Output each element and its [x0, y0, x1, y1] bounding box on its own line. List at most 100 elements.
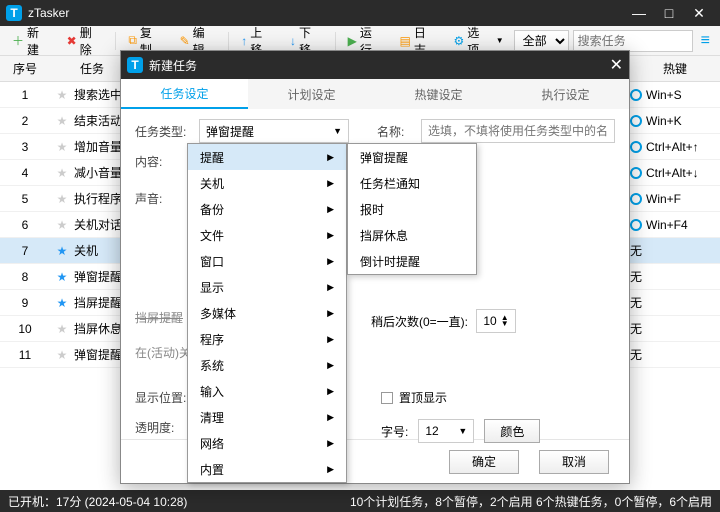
hotkey-cell: Win+F	[630, 192, 720, 206]
hotkey-icon	[630, 115, 642, 127]
submenu-item[interactable]: 弹窗提醒	[348, 144, 476, 170]
checkbox-top[interactable]	[381, 392, 393, 404]
hotkey-cell: Win+S	[630, 88, 720, 102]
tab-hotkey[interactable]: 热键设定	[375, 79, 502, 109]
type-select[interactable]: 弹窗提醒▼	[199, 119, 349, 143]
menu-item[interactable]: 系统▶	[188, 352, 346, 378]
hotkey-icon	[630, 193, 642, 205]
label-top: 置顶显示	[399, 389, 447, 406]
menu-item[interactable]: 窗口▶	[188, 248, 346, 274]
menu-item[interactable]: 多媒体▶	[188, 300, 346, 326]
row-num: 11	[0, 348, 50, 362]
label-pos: 显示位置:	[135, 389, 191, 406]
submenu-item[interactable]: 挡屏休息	[348, 222, 476, 248]
star-icon[interactable]: ★	[50, 114, 74, 128]
menu-item[interactable]: 文件▶	[188, 222, 346, 248]
hotkey-cell: Ctrl+Alt+↑	[630, 140, 720, 154]
search-input[interactable]	[573, 30, 693, 52]
row-num: 2	[0, 114, 50, 128]
star-icon[interactable]: ★	[50, 348, 74, 362]
star-icon[interactable]: ★	[50, 140, 74, 154]
name-input[interactable]	[421, 119, 615, 143]
star-icon[interactable]: ★	[50, 166, 74, 180]
filter-select[interactable]: 全部	[514, 30, 569, 52]
row-num: 3	[0, 140, 50, 154]
new-task-dialog: T 新建任务 ✕ 任务设定 计划设定 热键设定 执行设定 任务类型: 弹窗提醒▼…	[120, 50, 630, 484]
menu-item[interactable]: 备份▶	[188, 196, 346, 222]
dialog-tabs: 任务设定 计划设定 热键设定 执行设定	[121, 79, 629, 109]
tab-exec[interactable]: 执行设定	[502, 79, 629, 109]
label-font: 字号:	[381, 423, 408, 440]
submenu-item[interactable]: 报时	[348, 196, 476, 222]
star-icon[interactable]: ★	[50, 88, 74, 102]
star-icon[interactable]: ★	[50, 270, 74, 284]
dialog-logo: T	[127, 57, 143, 73]
label-delay: 稍后次数(0=一直):	[371, 313, 468, 330]
hotkey-cell: Win+F4	[630, 218, 720, 232]
hotkey-cell: Ctrl+Alt+↓	[630, 166, 720, 180]
type-submenu[interactable]: 弹窗提醒任务栏通知报时挡屏休息倒计时提醒	[347, 143, 477, 275]
menu-item[interactable]: 清理▶	[188, 404, 346, 430]
label-sound: 声音:	[135, 190, 191, 207]
star-icon[interactable]: ★	[50, 218, 74, 232]
menu-item[interactable]: 输入▶	[188, 378, 346, 404]
label-type: 任务类型:	[135, 123, 191, 140]
hotkey-icon	[630, 141, 642, 153]
label-name: 名称:	[377, 123, 413, 140]
statusbar: 已开机：17分 (2024-05-04 10:28) 10个计划任务，8个暂停，…	[0, 490, 720, 512]
row-num: 7	[0, 244, 50, 258]
font-select[interactable]: 12▼	[418, 419, 474, 443]
menu-item[interactable]: 显示▶	[188, 274, 346, 300]
row-num: 6	[0, 218, 50, 232]
dialog-title: 新建任务	[149, 57, 197, 74]
hotkey-cell: 无	[630, 268, 720, 285]
status-left: 已开机：17分 (2024-05-04 10:28)	[8, 493, 187, 510]
new-button[interactable]: ＋新建	[6, 21, 57, 61]
hotkey-cell: 无	[630, 294, 720, 311]
hotkey-cell: 无	[630, 346, 720, 363]
hotkey-cell: Win+K	[630, 114, 720, 128]
hotkey-cell: 无	[630, 242, 720, 259]
menu-item[interactable]: 网络▶	[188, 430, 346, 456]
tab-task[interactable]: 任务设定	[121, 79, 248, 109]
row-num: 4	[0, 166, 50, 180]
delete-button[interactable]: ✖删除	[61, 21, 110, 61]
row-num: 5	[0, 192, 50, 206]
menu-item[interactable]: 内置▶	[188, 456, 346, 482]
menu-item[interactable]: 程序▶	[188, 326, 346, 352]
label-content: 内容:	[135, 153, 191, 170]
hotkey-cell: 无	[630, 320, 720, 337]
row-num: 10	[0, 322, 50, 336]
star-icon[interactable]: ★	[50, 296, 74, 310]
submenu-item[interactable]: 倒计时提醒	[348, 248, 476, 274]
menu-item[interactable]: 提醒▶	[188, 144, 346, 170]
star-icon[interactable]: ★	[50, 192, 74, 206]
col-hotkey: 热键	[630, 60, 720, 77]
cancel-button[interactable]: 取消	[539, 450, 609, 474]
col-num: 序号	[0, 60, 50, 77]
menu-item[interactable]: 关机▶	[188, 170, 346, 196]
app-logo: T	[6, 5, 22, 21]
color-button[interactable]: 颜色	[484, 419, 540, 443]
type-menu[interactable]: 提醒▶关机▶备份▶文件▶窗口▶显示▶多媒体▶程序▶系统▶输入▶清理▶网络▶内置▶	[187, 143, 347, 483]
close-button[interactable]: ✕	[684, 5, 714, 22]
row-num: 1	[0, 88, 50, 102]
ok-button[interactable]: 确定	[449, 450, 519, 474]
star-icon[interactable]: ★	[50, 322, 74, 336]
row-num: 8	[0, 270, 50, 284]
tab-plan[interactable]: 计划设定	[248, 79, 375, 109]
dialog-titlebar: T 新建任务 ✕	[121, 51, 629, 79]
dialog-close-icon[interactable]: ✕	[610, 55, 623, 75]
delay-spinner[interactable]: 10▲▼	[476, 309, 516, 333]
hotkey-icon	[630, 89, 642, 101]
list-icon[interactable]: ≡	[697, 32, 714, 50]
row-num: 9	[0, 296, 50, 310]
minimize-button[interactable]: —	[624, 5, 654, 21]
hotkey-icon	[630, 219, 642, 231]
star-icon[interactable]: ★	[50, 244, 74, 258]
hotkey-icon	[630, 167, 642, 179]
maximize-button[interactable]: □	[654, 5, 684, 21]
submenu-item[interactable]: 任务栏通知	[348, 170, 476, 196]
label-opacity: 透明度:	[135, 419, 191, 436]
status-right: 10个计划任务，8个暂停，2个启用 6个热键任务，0个暂停，6个启用	[350, 493, 712, 510]
